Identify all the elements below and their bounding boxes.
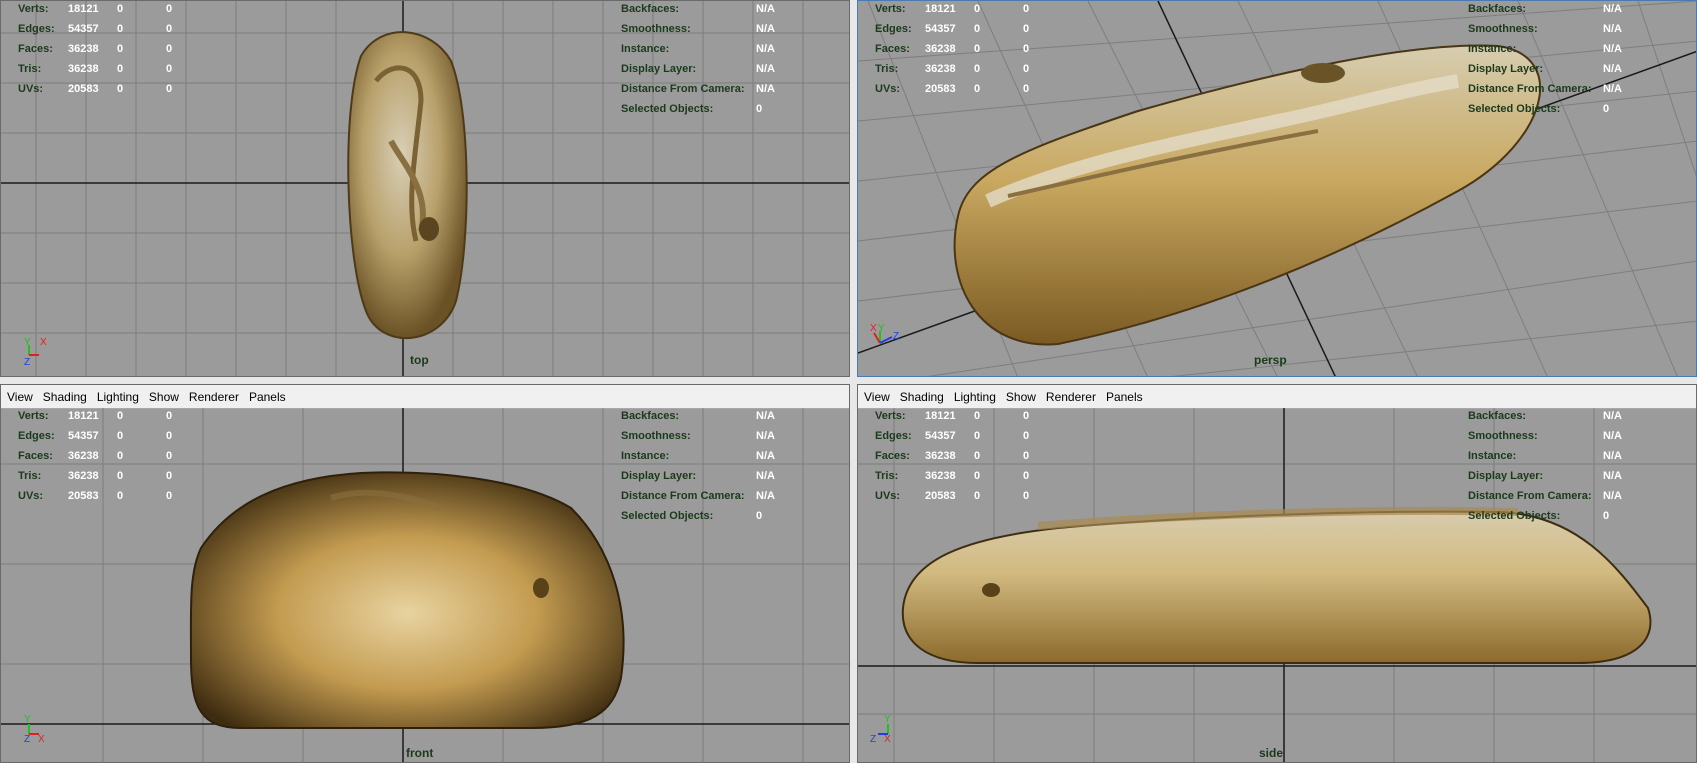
camera-label-side: side [1259,746,1284,760]
axis-gizmo: Y Z X [866,712,906,748]
viewport-persp[interactable]: Verts: 18121 0 0 Edges: 54357 0 0 Faces: 36238 0… [857,0,1697,377]
axis-x-label: X [38,734,45,745]
axis-y-label: Y [878,323,885,334]
menu-panels[interactable]: Panels [249,390,286,404]
viewport-side[interactable]: View Shading Lighting Show Renderer Pane… [857,384,1697,763]
axis-x-label: X [40,337,47,348]
menu-show[interactable]: Show [149,390,179,404]
menu-renderer[interactable]: Renderer [1046,390,1096,404]
axis-y-label: Y [24,714,31,725]
menu-shading[interactable]: Shading [43,390,87,404]
menu-lighting[interactable]: Lighting [954,390,996,404]
menu-lighting[interactable]: Lighting [97,390,139,404]
axis-z-label: Z [870,734,876,745]
axis-z-label: Z [24,357,30,368]
axis-z-label: Z [24,734,30,745]
object-info: Backfaces: N/A Smoothness: N/A Instance: N/… [1468,410,1622,522]
bread-model-side [901,506,1652,664]
bread-model-front [189,471,625,729]
object-info: Backfaces: N/A Smoothness: N/A Instance: N/… [1468,3,1622,115]
poly-stats: Verts: 18121 0 0 Edges: 54357 0 0 Faces: 36238 0… [875,3,1030,95]
axis-x-label: X [884,734,891,745]
poly-stats: Verts: 18121 0 0 Edges: 54357 0 0 Faces: 36238 0… [18,410,173,502]
poly-stats: Verts: 18121 0 0 Edges: 54357 0 0 Faces: 36238 0… [875,410,1030,502]
camera-label-top: top [410,353,429,367]
object-info: Backfaces: N/A Smoothness: N/A Instance: N/… [621,410,775,522]
menu-shading[interactable]: Shading [900,390,944,404]
axis-y-label: Y [884,714,891,725]
camera-label-front: front [406,746,434,760]
menu-show[interactable]: Show [1006,390,1036,404]
menu-view[interactable]: View [864,390,890,404]
viewport-top[interactable]: Verts: 18121 0 0 Edges: 54357 0 0 Faces: 36238 0… [0,0,850,377]
viewport-front[interactable]: View Shading Lighting Show Renderer Pane… [0,384,850,763]
menu-view[interactable]: View [7,390,33,404]
axis-z-label: Z [893,331,899,342]
menu-renderer[interactable]: Renderer [189,390,239,404]
camera-label-persp: persp [1254,353,1287,367]
object-info: Backfaces: N/A Smoothness: N/A Instance: N/… [621,3,775,115]
axis-gizmo: Y X Z [21,333,61,369]
bread-model-top [347,31,468,340]
axis-gizmo: Y Z X [21,712,61,748]
axis-gizmo: X Y Z [868,317,908,353]
axis-y-label: Y [24,337,31,348]
axis-x-label: X [870,323,877,334]
menu-panels[interactable]: Panels [1106,390,1143,404]
poly-stats: Verts: 18121 0 0 Edges: 54357 0 0 Faces: 36238 0… [18,3,173,95]
